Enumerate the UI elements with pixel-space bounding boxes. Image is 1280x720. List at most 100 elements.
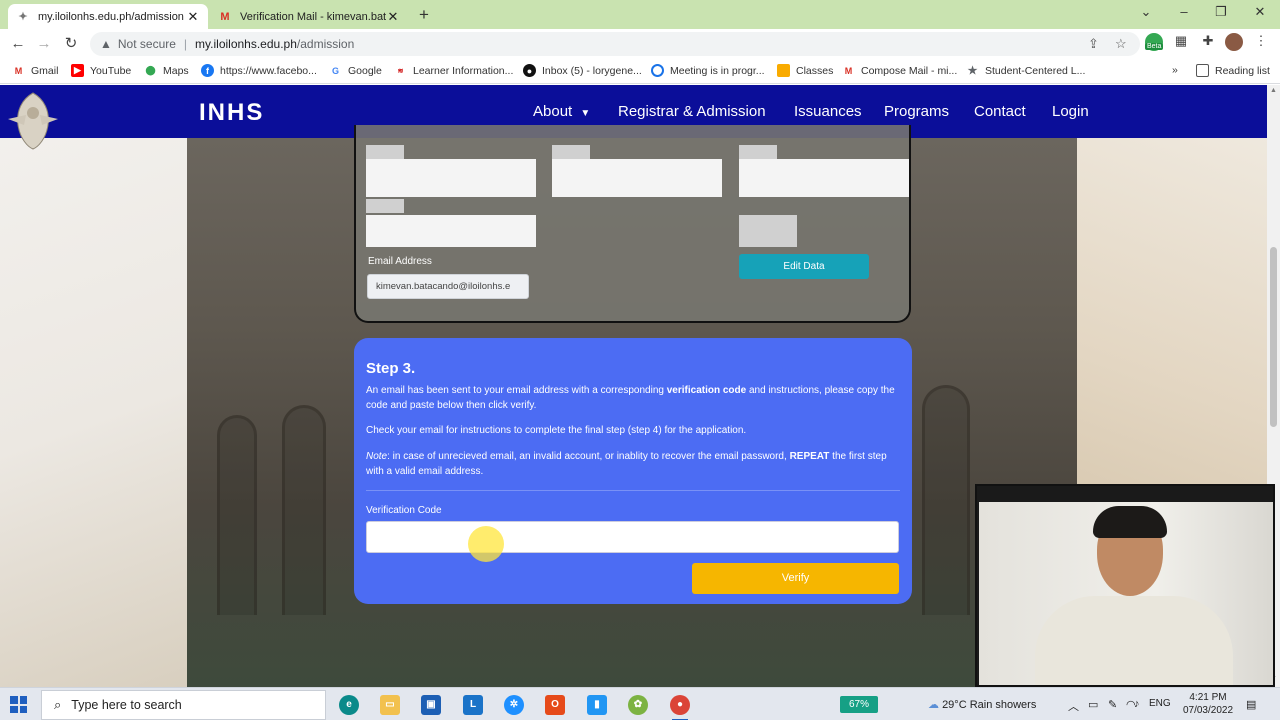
school-seal-icon[interactable]: [4, 89, 62, 151]
back-icon[interactable]: ←: [8, 34, 28, 54]
gear-app-icon[interactable]: ✲: [504, 695, 524, 715]
nav-about[interactable]: About ▼: [533, 103, 590, 120]
facebook-icon: f: [201, 64, 214, 77]
edit-data-button[interactable]: Edit Data: [739, 254, 869, 279]
maximize-button[interactable]: ❐: [1209, 4, 1233, 20]
clock-date: 07/03/2022: [1182, 705, 1234, 716]
bookmark-meeting[interactable]: Meeting is in progr...: [651, 64, 765, 77]
address-separator: |: [183, 37, 188, 51]
step-title: Step 3.: [366, 360, 416, 377]
url-path: /admission: [296, 37, 355, 51]
nav-registrar-admission[interactable]: Registrar & Admission: [618, 103, 766, 120]
presenter-hair: [1093, 506, 1167, 538]
volume-icon[interactable]: ♪: [1134, 698, 1140, 710]
redacted-label: [366, 199, 404, 213]
system-clock[interactable]: 4:21 PM 07/03/2022: [1178, 691, 1238, 717]
search-icon: ⌕: [54, 697, 62, 712]
language-indicator[interactable]: ENG: [1149, 698, 1171, 709]
tab-strip: ✦ my.iloilonhs.edu.ph/admission ✕ M Veri…: [0, 0, 1280, 29]
bookmark-learner-information[interactable]: ≋ Learner Information...: [394, 64, 514, 77]
step-3-card: Step 3. An email has been sent to your e…: [354, 338, 912, 604]
pen-icon[interactable]: ✎: [1108, 698, 1117, 711]
battery-tray-icon[interactable]: ▭: [1088, 698, 1098, 711]
warning-icon: ▲: [100, 37, 112, 51]
taskbar-search[interactable]: ⌕ Type here to search: [41, 690, 326, 720]
email-address-label: Email Address: [368, 256, 432, 267]
verify-button[interactable]: Verify: [692, 563, 899, 594]
photos-app-icon[interactable]: ✿: [628, 695, 648, 715]
scroll-thumb[interactable]: [1270, 247, 1277, 427]
nav-login[interactable]: Login: [1052, 103, 1089, 120]
reading-list-button[interactable]: Reading list: [1196, 64, 1270, 77]
classroom-icon: [777, 64, 790, 77]
background-left-photo: [0, 85, 187, 687]
bookmark-inbox[interactable]: ● Inbox (5) - lorygene...: [523, 64, 642, 77]
address-bar[interactable]: ▲ Not secure | my.iloilonhs.edu.ph /admi…: [90, 32, 1140, 56]
site-brand[interactable]: INHS: [199, 99, 264, 127]
bookmark-compose-mail[interactable]: M Compose Mail - mi...: [842, 64, 958, 77]
chrome-icon[interactable]: ●: [670, 695, 690, 720]
redacted-field: [739, 215, 797, 247]
tab-search-icon[interactable]: ⌄: [1134, 4, 1158, 20]
nav-issuances[interactable]: Issuances: [794, 103, 862, 120]
verification-code-input[interactable]: [366, 521, 899, 553]
battery-indicator[interactable]: 67%: [840, 696, 878, 713]
grid-extension-icon[interactable]: ▦: [1172, 33, 1190, 53]
new-tab-button[interactable]: +: [414, 5, 434, 25]
document-app-icon[interactable]: ▮: [587, 695, 607, 715]
site-favicon-icon: ✦: [18, 11, 28, 23]
bookmark-youtube[interactable]: ▶ YouTube: [71, 64, 131, 77]
redacted-field: [366, 215, 536, 247]
nav-contact[interactable]: Contact: [974, 103, 1026, 120]
extensions-puzzle-icon[interactable]: ✚: [1199, 33, 1217, 53]
minimize-button[interactable]: –: [1172, 4, 1196, 19]
profile-extension-icon[interactable]: Beta: [1145, 33, 1165, 53]
google-icon: G: [331, 65, 339, 76]
redacted-field: [366, 159, 536, 197]
bookmark-maps[interactable]: ⬤ Maps: [144, 64, 188, 77]
redacted-label: [552, 145, 590, 159]
arch-shape: [282, 405, 326, 615]
windows-start-icon[interactable]: [10, 696, 27, 713]
more-bookmarks-icon[interactable]: »: [1172, 64, 1178, 76]
tab-title: Verification Mail - kimevan.batac: [240, 10, 386, 23]
notification-icon[interactable]: ▤: [1246, 698, 1256, 711]
verification-code-label: Verification Code: [366, 505, 442, 516]
mouse-cursor-highlight: [468, 526, 504, 562]
browser-toolbar: ← → ↻ ▲ Not secure | my.iloilonhs.edu.ph…: [0, 29, 1280, 58]
bookmark-facebook[interactable]: f https://www.facebo...: [201, 64, 317, 77]
scroll-up-icon[interactable]: ▲: [1269, 87, 1278, 94]
bookmark-gmail[interactable]: M Gmail: [12, 64, 59, 77]
tab-admission[interactable]: ✦ my.iloilonhs.edu.ph/admission ✕: [8, 4, 208, 29]
file-explorer-icon[interactable]: ▭: [380, 695, 400, 715]
show-hidden-icons[interactable]: ︿: [1068, 698, 1079, 714]
avatar[interactable]: [1225, 33, 1245, 53]
edge-icon[interactable]: e: [339, 695, 359, 715]
note-paragraph: Note: in case of unrecieved email, an in…: [366, 451, 887, 477]
office-icon[interactable]: O: [545, 695, 565, 715]
bookmark-google[interactable]: G Google: [329, 64, 382, 77]
nav-programs[interactable]: Programs: [884, 103, 949, 120]
store-icon[interactable]: ▣: [421, 695, 441, 715]
menu-kebab-icon[interactable]: ⋮: [1253, 33, 1269, 53]
close-window-button[interactable]: ✕: [1248, 4, 1272, 20]
redacted-label: [366, 145, 404, 159]
redacted-field: [739, 159, 909, 197]
close-tab-icon[interactable]: ✕: [186, 9, 200, 25]
bookmark-student-centered[interactable]: ★ Student-Centered L...: [966, 64, 1086, 78]
share-icon[interactable]: ⇪: [1088, 36, 1099, 52]
bookmark-classes[interactable]: Classes: [777, 64, 833, 77]
close-tab-icon[interactable]: ✕: [386, 9, 400, 25]
search-placeholder: Type here to search: [71, 698, 182, 712]
reload-icon[interactable]: ↻: [61, 34, 81, 54]
bookmarks-bar: M Gmail ▶ YouTube ⬤ Maps f https://www.faceb…: [0, 58, 1280, 84]
forward-icon[interactable]: →: [34, 34, 54, 54]
tab-verification-mail[interactable]: M Verification Mail - kimevan.batac ✕: [210, 4, 408, 29]
url-host: my.iloilonhs.edu.ph: [195, 37, 297, 51]
l-app-icon[interactable]: L: [463, 695, 483, 715]
final-step-paragraph: Check your email for instructions to com…: [366, 425, 747, 436]
clock-time: 4:21 PM: [1189, 692, 1227, 703]
email-address-field[interactable]: kimevan.batacando@iloilonhs.e: [367, 274, 529, 299]
bookmark-star-icon[interactable]: ☆: [1115, 36, 1127, 52]
weather-widget[interactable]: ☁ 29°C Rain showers: [928, 698, 1036, 711]
